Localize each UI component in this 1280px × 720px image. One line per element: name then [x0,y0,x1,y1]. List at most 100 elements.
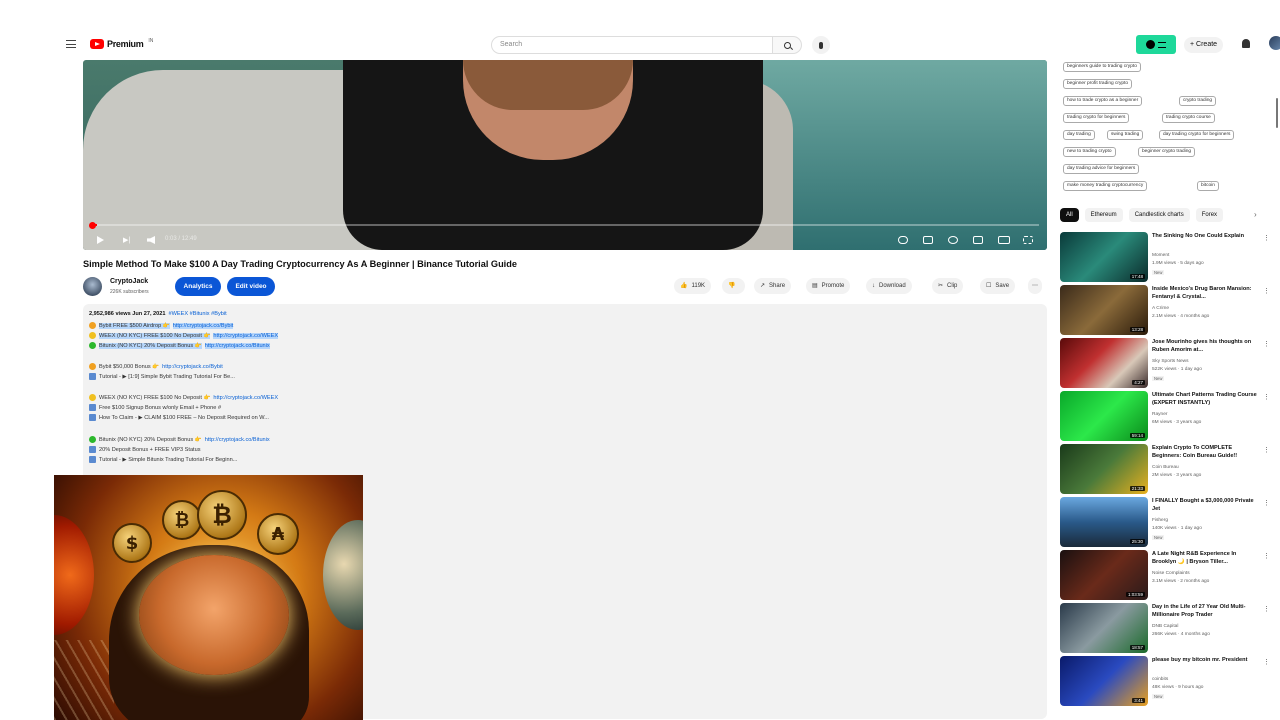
channel-name[interactable]: Noise Complaints [1152,571,1190,576]
video-thumbnail[interactable]: 13:28 [1060,285,1148,335]
recommended-video[interactable]: 4:27 Jose Mourinho gives his thoughts on … [1060,338,1276,388]
channel-name[interactable]: coinbits [1152,677,1168,682]
more-vert-icon[interactable]: ⋮ [1263,658,1270,666]
hamburger-menu-icon[interactable] [66,40,76,48]
save-button[interactable]: ☐ Save [980,278,1016,294]
youtube-premium-logo[interactable]: Premium IN [90,38,153,49]
tag-chip[interactable]: how to trade crypto as a beginner [1063,96,1143,106]
recommended-video[interactable]: 1:03:59 A Late Night R&B Experience In Br… [1060,550,1276,600]
voice-search-button[interactable] [812,36,830,54]
notifications-bell-icon[interactable] [1242,39,1250,48]
recommended-video[interactable]: 25:30 I FINALLY Bought a $3,000,000 Priva… [1060,497,1276,547]
description-link[interactable]: http://cryptojack.co/WEEX [213,395,278,401]
tag-chip[interactable]: beginners guide to trading crypto [1063,62,1141,72]
recommended-video[interactable]: 17:48 The Sinking No One Could Explain Mom… [1060,232,1276,282]
recommended-video[interactable]: 3:41 please buy my bitcoin mr. President c… [1060,656,1276,706]
subtitles-icon[interactable] [923,236,933,244]
recommended-video[interactable]: 13:28 Inside Mexico's Drug Baron Mansion:… [1060,285,1276,335]
filter-chip[interactable]: All [1060,208,1079,222]
theater-mode-icon[interactable] [998,236,1010,244]
edit-video-button[interactable]: Edit video [227,277,275,296]
tag-chip[interactable]: day trading [1063,130,1095,140]
tag-chip[interactable]: crypto trading [1179,96,1217,106]
video-title[interactable]: The Sinking No One Could Explain [1152,233,1262,241]
description-link[interactable]: http://cryptojack.co/Bybit [162,364,223,370]
video-title[interactable]: Explain Crypto To COMPLETE Beginners: Co… [1152,445,1262,460]
recommended-video[interactable]: 21:33 Explain Crypto To COMPLETE Beginner… [1060,444,1276,494]
tag-chip[interactable]: beginner profit trading crypto [1063,79,1133,89]
settings-gear-icon[interactable] [948,236,958,244]
video-thumbnail[interactable]: 21:33 [1060,444,1148,494]
channel-name[interactable]: A Crime [1152,306,1169,311]
video-title[interactable]: Inside Mexico's Drug Baron Mansion: Fent… [1152,286,1262,301]
filter-chip[interactable]: Candlestick charts [1128,208,1190,222]
more-vert-icon[interactable]: ⋮ [1263,552,1270,560]
description-link[interactable]: http://cryptojack.co/Bitunix [204,342,270,349]
play-icon[interactable] [97,236,104,244]
more-vert-icon[interactable]: ⋮ [1263,605,1270,613]
clip-button[interactable]: ✂ Clip [932,278,964,294]
video-thumbnail[interactable]: 1:03:59 [1060,550,1148,600]
like-button[interactable]: 👍 119K [674,278,712,294]
video-title[interactable]: I FINALLY Bought a $3,000,000 Private Je… [1152,498,1262,513]
description-link[interactable]: http://cryptojack.co/Bybit [172,322,234,329]
chevron-right-icon[interactable]: › [1254,210,1257,219]
more-vert-icon[interactable]: ⋮ [1263,393,1270,401]
create-button[interactable]: + Create [1184,37,1224,53]
promote-button[interactable]: ▤ Promote [806,278,851,294]
extension-button[interactable] [1136,35,1176,54]
tag-chip[interactable]: trading crypto for beginners [1063,113,1130,123]
channel-avatar[interactable] [83,277,102,296]
hashtags[interactable]: #WEEX #Bitunix #Bybit [169,311,227,317]
channel-name[interactable]: Rayner [1152,412,1167,417]
description-link[interactable]: http://cryptojack.co/WEEX [213,332,279,339]
tag-chip[interactable]: swing trading [1107,130,1144,140]
video-title[interactable]: Ultimate Chart Patterns Trading Course (… [1152,392,1262,407]
channel-name[interactable]: Coin Bureau [1152,465,1179,470]
filter-chip[interactable]: Ethereum [1084,208,1123,222]
video-thumbnail[interactable]: 3:41 [1060,656,1148,706]
video-thumbnail[interactable]: 17:48 [1060,232,1148,282]
tag-chip[interactable]: new to trading crypto [1063,147,1116,157]
analytics-button[interactable]: Analytics [175,277,221,296]
more-vert-icon[interactable]: ⋮ [1263,499,1270,507]
scrollbar[interactable] [1276,98,1278,128]
video-thumbnail[interactable]: 4:27 [1060,338,1148,388]
video-title[interactable]: Day in the Life of 27 Year Old Multi-Mil… [1152,604,1262,619]
more-vert-icon[interactable]: ⋮ [1263,287,1270,295]
video-player[interactable]: ▶| 0:03 / 12:49 [83,60,1047,250]
progress-bar[interactable] [91,224,1039,226]
video-title[interactable]: please buy my bitcoin mr. President [1152,657,1262,665]
fullscreen-icon[interactable] [1023,236,1033,244]
search-button[interactable] [773,36,802,54]
video-title[interactable]: A Late Night R&B Experience In Brooklyn … [1152,551,1262,566]
progress-scrubber[interactable] [89,222,96,229]
channel-name[interactable]: Sky Sports News [1152,359,1189,364]
recommended-video[interactable]: 18:57 Day in the Life of 27 Year Old Mult… [1060,603,1276,653]
search-input[interactable]: Search [491,36,773,54]
autoplay-toggle-icon[interactable] [898,236,908,244]
filter-chip[interactable]: Forex [1195,208,1224,222]
more-vert-icon[interactable]: ⋮ [1263,446,1270,454]
share-button[interactable]: ↗ Share [754,278,792,294]
channel-name[interactable]: DNB Capital [1152,624,1178,629]
video-thumbnail[interactable]: 25:30 [1060,497,1148,547]
description-link[interactable]: http://cryptojack.co/Bitunix [205,437,270,443]
next-icon[interactable]: ▶| [123,236,131,244]
more-vert-icon[interactable]: ⋮ [1263,234,1270,242]
download-button[interactable]: ↓ Download [866,278,912,294]
video-thumbnail[interactable]: 59:14 [1060,391,1148,441]
tag-chip[interactable]: day trading crypto for beginners [1159,130,1235,140]
channel-name[interactable]: CryptoJack [110,278,148,285]
tag-chip[interactable]: bitcoin [1197,181,1219,191]
video-title[interactable]: Jose Mourinho gives his thoughts on Rube… [1152,339,1262,354]
dislike-button[interactable]: 👎 [722,278,746,294]
more-vert-icon[interactable]: ⋮ [1263,340,1270,348]
account-avatar[interactable] [1269,36,1280,50]
miniplayer-icon[interactable] [973,236,983,244]
recommended-video[interactable]: 59:14 Ultimate Chart Patterns Trading Cou… [1060,391,1276,441]
tag-chip[interactable]: beginner crypto trading [1138,147,1196,157]
tag-chip[interactable]: trading crypto course [1162,113,1215,123]
tag-chip[interactable]: day trading advice for beginners [1063,164,1140,174]
more-actions-button[interactable]: ⋯ [1028,278,1042,294]
